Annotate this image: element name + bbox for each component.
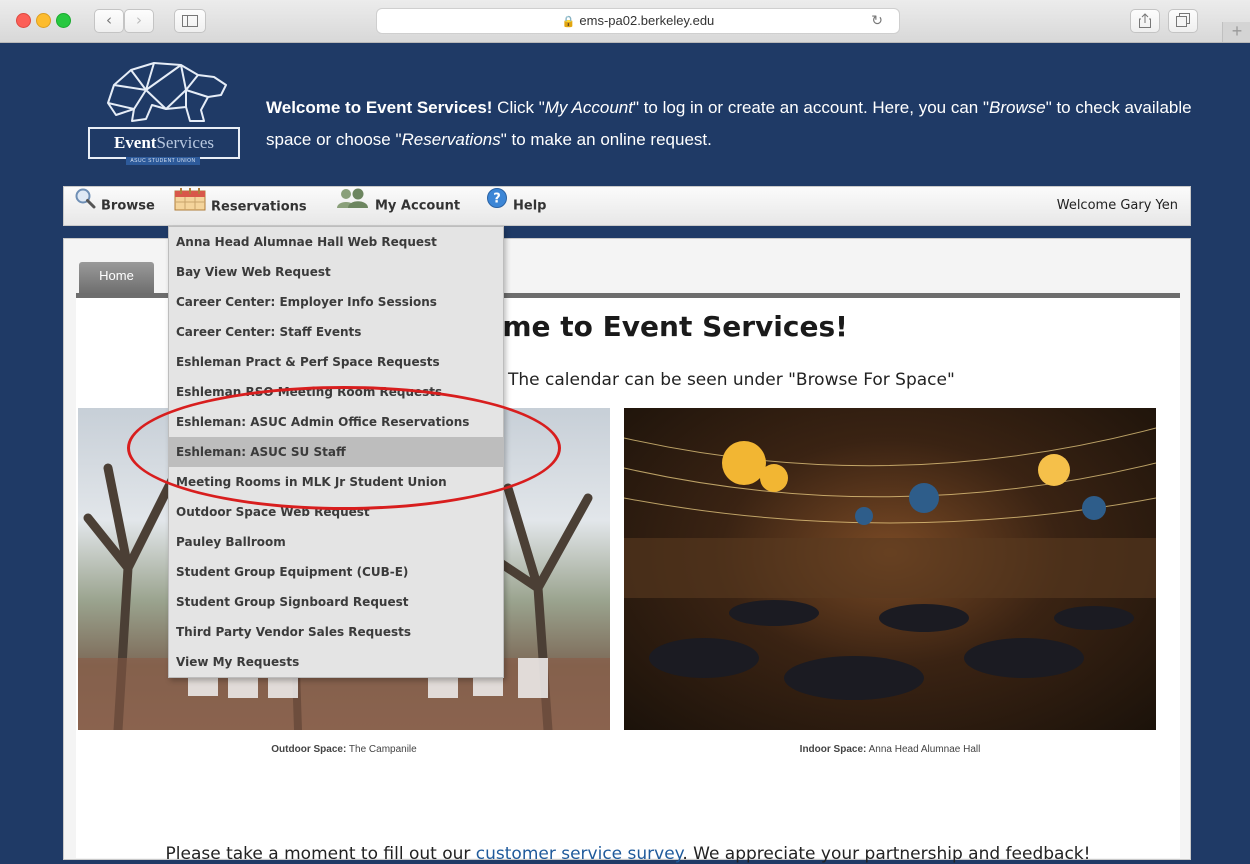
show-tabs-button[interactable] — [1168, 9, 1198, 33]
nav-browse[interactable]: Browse — [74, 187, 155, 225]
menu-item[interactable]: Career Center: Employer Info Sessions — [169, 287, 503, 317]
tab-home[interactable]: Home — [79, 262, 154, 293]
caption-label: Outdoor Space: — [271, 744, 347, 755]
outdoor-space-caption: Outdoor Space: The Campanile — [78, 744, 610, 755]
help-icon: ? — [486, 187, 508, 225]
nav-browse-label: Browse — [101, 198, 155, 214]
url-text: ems-pa02.berkeley.edu — [579, 13, 715, 28]
page-subtitle: The calendar can be seen under "Browse F… — [508, 370, 955, 390]
logo-tagline: ASUC STUDENT UNION — [126, 157, 200, 165]
svg-text:?: ? — [493, 192, 501, 207]
browser-toolbar: ‹ › 🔒 ems-pa02.berkeley.edu ↻ + — [0, 0, 1250, 43]
reload-icon[interactable]: ↻ — [871, 9, 883, 33]
address-bar[interactable]: 🔒 ems-pa02.berkeley.edu ↻ — [376, 8, 900, 34]
welcome-message: Welcome to Event Services! Click "My Acc… — [266, 92, 1206, 156]
users-icon — [336, 187, 370, 225]
menu-item[interactable]: Third Party Vendor Sales Requests — [169, 617, 503, 647]
caption-value: Anna Head Alumnae Hall — [866, 744, 981, 755]
new-tab-button[interactable]: + — [1222, 22, 1250, 42]
page-title-text: me to Event Services! — [502, 310, 848, 343]
chevron-left-icon: ‹ — [106, 11, 112, 29]
indoor-space-photo — [624, 408, 1156, 730]
main-nav-bar: Browse Reservations My Account ? Help We… — [63, 186, 1191, 226]
chevron-right-icon: › — [136, 11, 142, 29]
tabs-icon — [1176, 13, 1190, 27]
menu-item[interactable]: Eshleman: ASUC SU Staff — [169, 437, 503, 467]
welcome-browse: Browse — [989, 98, 1046, 117]
menu-item[interactable]: Eshleman: ASUC Admin Office Reservations — [169, 407, 503, 437]
reservations-dropdown-menu: Anna Head Alumnae Hall Web Request Bay V… — [168, 226, 504, 678]
share-button[interactable] — [1130, 9, 1160, 33]
menu-item[interactable]: View My Requests — [169, 647, 503, 677]
close-window-button[interactable] — [16, 13, 31, 28]
nav-help-label: Help — [513, 198, 547, 214]
menu-item[interactable]: Bay View Web Request — [169, 257, 503, 287]
bear-logo-icon — [107, 62, 227, 122]
menu-item[interactable]: Outdoor Space Web Request — [169, 497, 503, 527]
ballroom-image — [624, 427, 1156, 700]
menu-item[interactable]: Student Group Signboard Request — [169, 587, 503, 617]
customer-service-survey-link[interactable]: customer service survey — [476, 844, 683, 864]
nav-my-account[interactable]: My Account — [336, 187, 460, 225]
survey-message: Please take a moment to fill out our cus… — [76, 844, 1180, 864]
sidebar-icon — [182, 15, 198, 27]
welcome-reservations: Reservations — [401, 130, 501, 149]
survey-text: Please take a moment to fill out our — [165, 844, 476, 864]
menu-item[interactable]: Pauley Ballroom — [169, 527, 503, 557]
nav-reservations-label: Reservations — [211, 199, 307, 215]
menu-item[interactable]: Anna Head Alumnae Hall Web Request — [169, 227, 503, 257]
caption-label: Indoor Space: — [799, 744, 867, 755]
nav-help[interactable]: ? Help — [486, 187, 546, 225]
caption-value: The Campanile — [346, 744, 417, 755]
menu-item[interactable]: Career Center: Staff Events — [169, 317, 503, 347]
welcome-my-account: My Account — [544, 98, 633, 117]
menu-item[interactable]: Eshleman RSO Meeting Room Requests — [169, 377, 503, 407]
share-icon — [1139, 13, 1151, 28]
back-button[interactable]: ‹ — [94, 9, 124, 33]
menu-item[interactable]: Meeting Rooms in MLK Jr Student Union — [169, 467, 503, 497]
indoor-space-caption: Indoor Space: Anna Head Alumnae Hall — [624, 744, 1156, 755]
welcome-text: Click " — [492, 98, 545, 117]
zoom-window-button[interactable] — [56, 13, 71, 28]
logo-wordmark: EventServices — [88, 127, 240, 159]
event-services-logo[interactable]: EventServices ASUC STUDENT UNION — [86, 55, 240, 177]
menu-item[interactable]: Student Group Equipment (CUB-E) — [169, 557, 503, 587]
sidebar-toggle-button[interactable] — [174, 9, 206, 33]
welcome-text: " to log in or create an account. Here, … — [632, 98, 989, 117]
nav-reservations[interactable]: Reservations — [174, 187, 307, 225]
survey-text: . We appreciate your partnership and fee… — [682, 844, 1091, 864]
welcome-user-text: Welcome Gary Yen — [1056, 198, 1178, 213]
logo-brand-bold: Event — [113, 133, 157, 152]
minimize-window-button[interactable] — [36, 13, 51, 28]
magnifier-icon — [74, 187, 96, 225]
logo-brand-light: Services — [156, 133, 215, 152]
welcome-heading: Welcome to Event Services! — [266, 98, 493, 117]
forward-button[interactable]: › — [124, 9, 154, 33]
calendar-icon — [174, 187, 206, 227]
menu-item[interactable]: Eshleman Pract & Perf Space Requests — [169, 347, 503, 377]
nav-my-account-label: My Account — [375, 198, 461, 214]
lock-icon: 🔒 — [561, 16, 576, 28]
welcome-text: " to make an online request. — [500, 130, 712, 149]
